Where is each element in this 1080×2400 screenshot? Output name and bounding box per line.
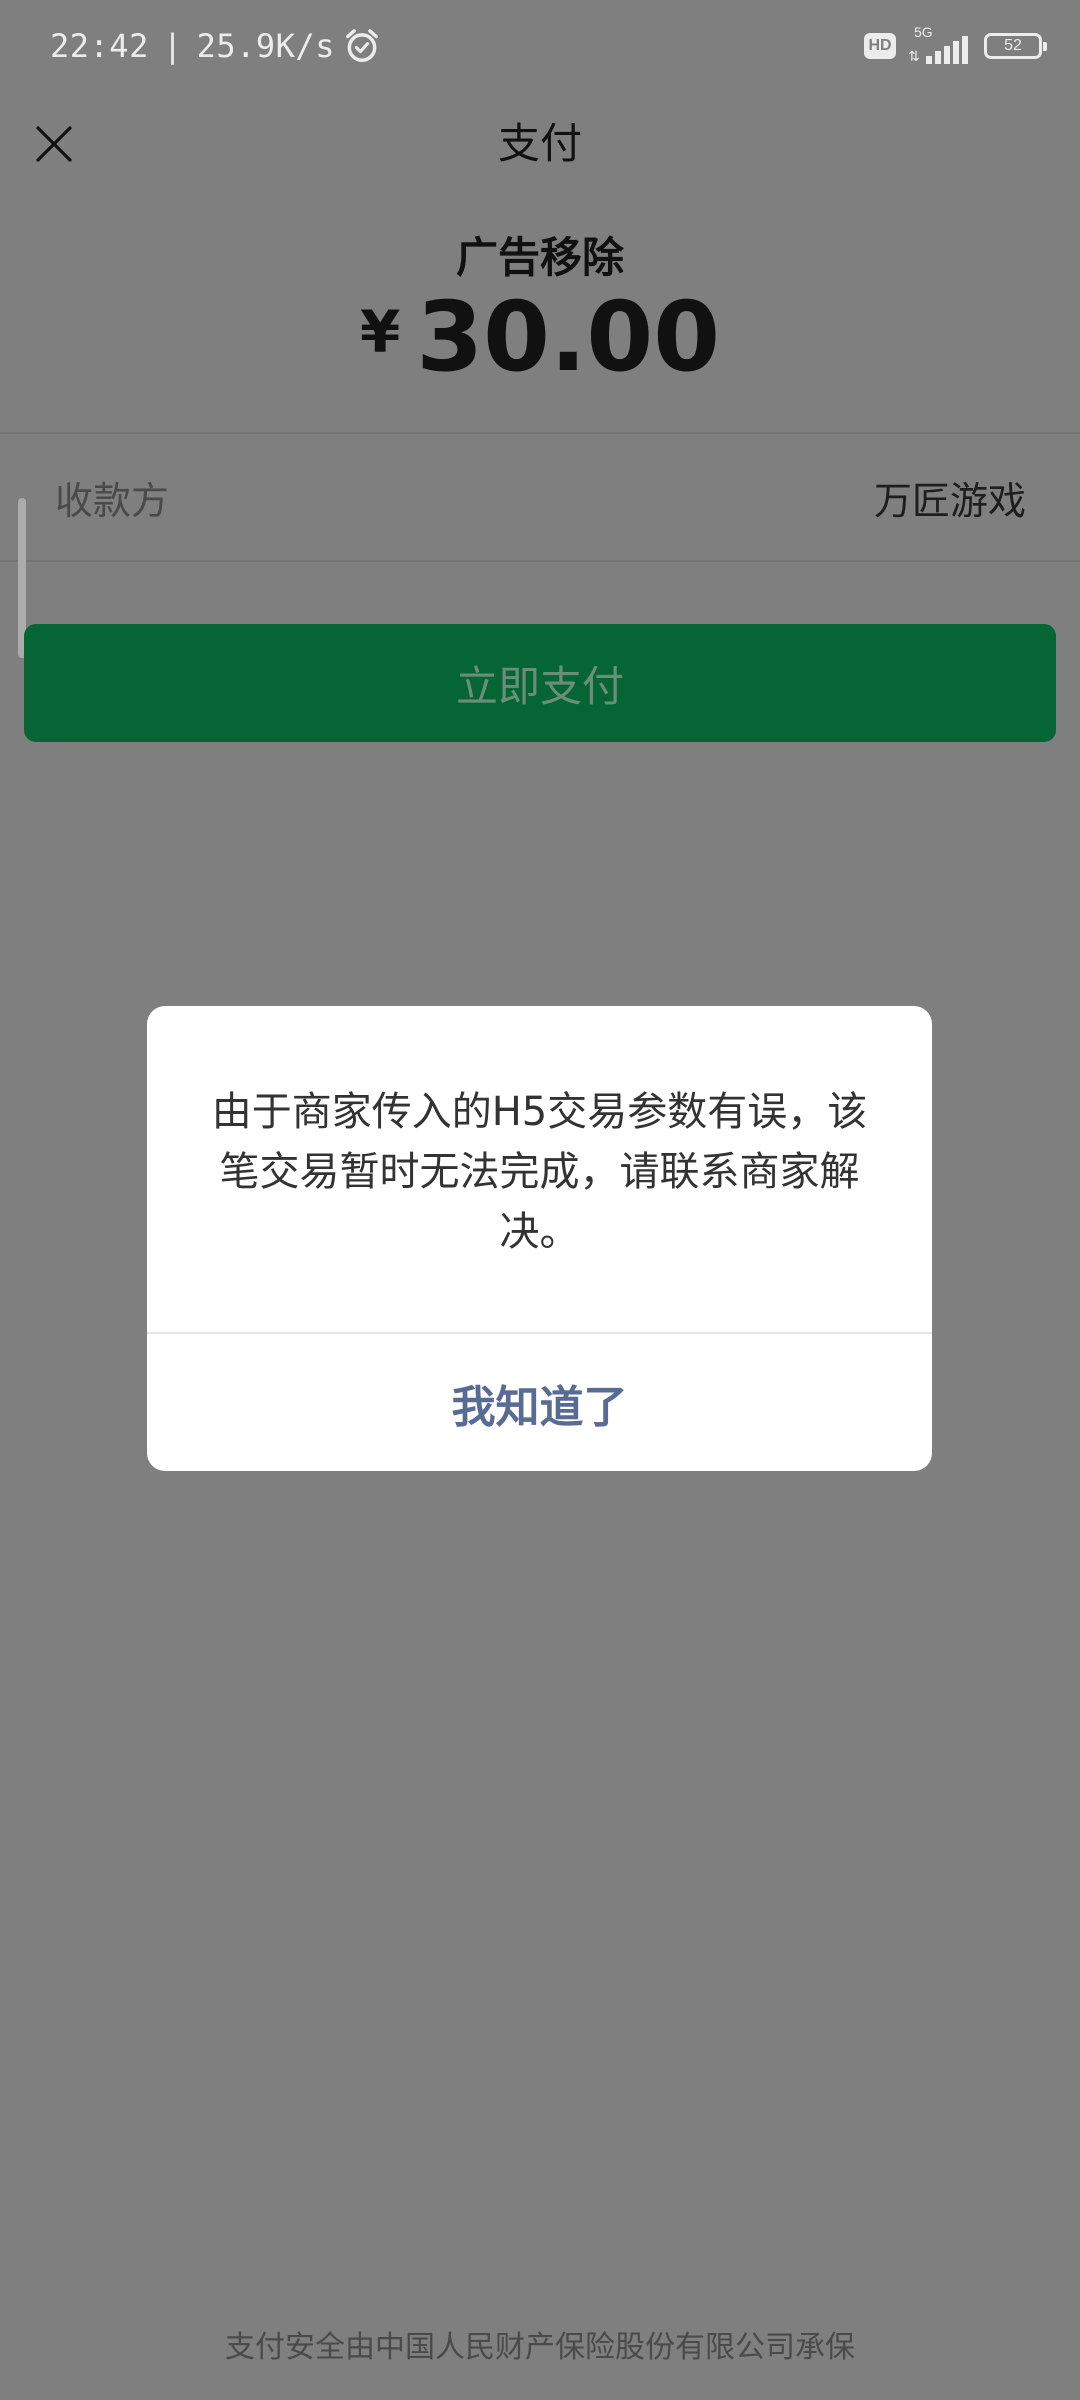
payment-summary: 广告移除 ¥ 30.00: [0, 196, 1080, 434]
payee-row: 收款方 万匠游戏: [0, 434, 1080, 562]
alarm-clock-icon: [345, 29, 378, 62]
payment-amount: 30.00: [416, 281, 720, 393]
payee-value: 万匠游戏: [873, 479, 1026, 523]
hd-badge: HD: [864, 33, 896, 59]
page-title: 支付: [497, 119, 582, 168]
amount-row: ¥ 30.00: [0, 282, 1080, 392]
battery-icon: 52: [984, 33, 1047, 59]
status-bar: 22:42 | 25.9K/s HD 5G ⇅ 52: [0, 0, 1080, 92]
dialog-confirm-button[interactable]: 我知道了: [147, 1334, 932, 1471]
payee-label: 收款方: [55, 479, 170, 523]
currency-symbol: ¥: [359, 298, 401, 366]
nav-bar: 支付: [0, 92, 1080, 196]
dialog-message: 由于商家传入的H5交易参数有误，该笔交易暂时无法完成，请联系商家解决。: [211, 1089, 868, 1255]
status-bar-left: 22:42 | 25.9K/s: [50, 20, 381, 72]
product-name: 广告移除: [455, 233, 624, 282]
signal-icon: 5G ⇅: [908, 24, 972, 68]
status-bar-right: HD 5G ⇅ 52: [864, 24, 1047, 68]
status-time: 22:42: [50, 27, 149, 65]
insurance-footer-note: 支付安全由中国人民财产保险股份有限公司承保: [225, 2330, 855, 2365]
signal-bars: [926, 36, 968, 64]
status-separator: |: [162, 27, 183, 65]
data-activity-icon: ⇅: [908, 49, 920, 65]
pay-now-button[interactable]: 立即支付: [24, 624, 1056, 742]
error-dialog: 由于商家传入的H5交易参数有误，该笔交易暂时无法完成，请联系商家解决。 我知道了: [147, 1006, 932, 1471]
network-speed: 25.9K/s: [196, 27, 335, 65]
battery-level: 52: [1004, 37, 1022, 54]
